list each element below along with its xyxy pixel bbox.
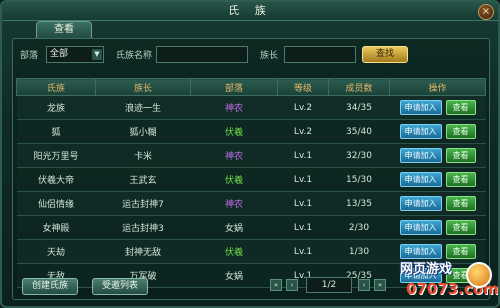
level-cell: Lv.1 (277, 191, 329, 216)
clan-window: 氏 族 × 查看 部落 全部 ▼ 氏族名称 族长 查找 氏族 族长 部落 等级 … (0, 0, 500, 308)
watermark-title: 网页游戏 (400, 262, 453, 277)
tribe-cell: 伏羲 (190, 119, 278, 144)
view-clan-button[interactable]: 查看 (445, 196, 476, 211)
close-button[interactable]: × (478, 4, 494, 20)
members-cell: 1/30 (328, 239, 390, 264)
table-row: 伏羲大帝 王武玄 伏羲 Lv.1 15/30 申请加入 查看 (16, 167, 486, 192)
leader-cell: 浪迹一生 (95, 95, 191, 120)
clan-cell: 仙侣情缘 (16, 191, 96, 216)
tribe-select-value: 全部 (50, 49, 69, 59)
clan-cell: 龙族 (16, 95, 96, 120)
table-row: 龙族 浪迹一生 神农 Lv.2 34/35 申请加入 查看 (16, 95, 486, 120)
members-cell: 13/35 (328, 191, 390, 216)
clan-cell: 阳光万里号 (16, 143, 96, 168)
level-cell: Lv.1 (277, 143, 329, 168)
tab-view[interactable]: 查看 (36, 21, 92, 38)
chevron-down-icon: ▼ (92, 49, 102, 60)
members-cell: 15/30 (328, 167, 390, 192)
tribe-cell: 女娲 (190, 215, 278, 240)
apply-join-button[interactable]: 申请加入 (399, 100, 442, 115)
view-clan-button[interactable]: 查看 (445, 172, 476, 187)
table-row: 仙侣情缘 运古封神7 神农 Lv.1 13/35 申请加入 查看 (16, 191, 486, 216)
header-members: 成员数 (328, 78, 390, 96)
header-clan: 氏族 (16, 78, 96, 96)
search-button[interactable]: 查找 (362, 46, 408, 63)
table-row: 女神殿 运古封神3 女娲 Lv.1 2/30 申请加入 查看 (16, 215, 486, 240)
view-clan-button[interactable]: 查看 (445, 124, 476, 139)
tribe-label: 部落 (20, 51, 39, 61)
prev-page-icon[interactable]: ‹ (286, 279, 298, 291)
view-clan-button[interactable]: 查看 (445, 148, 476, 163)
level-cell: Lv.2 (277, 119, 329, 144)
invite-list-button[interactable]: 受邀列表 (92, 278, 148, 295)
tribe-cell: 神农 (190, 143, 278, 168)
last-page-icon[interactable]: » (374, 279, 386, 291)
mascot-icon (466, 262, 492, 288)
actions-cell: 申请加入 查看 (389, 119, 486, 144)
leader-cell: 封神无敌 (95, 239, 191, 264)
level-cell: Lv.1 (277, 215, 329, 240)
level-cell: Lv.2 (277, 95, 329, 120)
actions-cell: 申请加入 查看 (389, 191, 486, 216)
leader-input[interactable] (284, 46, 356, 63)
apply-join-button[interactable]: 申请加入 (399, 172, 442, 187)
clan-name-label: 氏族名称 (116, 51, 153, 61)
actions-cell: 申请加入 查看 (389, 95, 486, 120)
site-watermark: 网页游戏 07073.com (386, 254, 498, 306)
next-page-icon[interactable]: › (358, 279, 370, 291)
filter-bar: 部落 全部 ▼ 氏族名称 族长 查找 (16, 44, 486, 66)
members-cell: 34/35 (328, 95, 390, 120)
members-cell: 32/30 (328, 143, 390, 168)
table-row: 阳光万里号 卡米 神农 Lv.1 32/30 申请加入 查看 (16, 143, 486, 168)
leader-cell: 运古封神7 (95, 191, 191, 216)
table-row: 狐狐小糊 伏羲 Lv.2 35/40 申请加入 查看 (16, 119, 486, 144)
level-cell: Lv.1 (277, 167, 329, 192)
leader-cell: 运古封神3 (95, 215, 191, 240)
leader-cell: 卡米 (95, 143, 191, 168)
window-title: 氏 族 (228, 4, 272, 17)
apply-join-button[interactable]: 申请加入 (399, 148, 442, 163)
leader-cell: 狐小糊 (95, 119, 191, 144)
view-clan-button[interactable]: 查看 (445, 220, 476, 235)
view-clan-button[interactable]: 查看 (445, 100, 476, 115)
header-tribe: 部落 (190, 78, 278, 96)
clan-name-input[interactable] (156, 46, 248, 63)
apply-join-button[interactable]: 申请加入 (399, 124, 442, 139)
leader-label: 族长 (260, 51, 279, 61)
close-icon: × (481, 6, 491, 17)
tribe-select[interactable]: 全部 ▼ (46, 46, 104, 63)
table-header-row: 氏族 族长 部落 等级 成员数 操作 (16, 78, 486, 96)
first-page-icon[interactable]: « (270, 279, 282, 291)
actions-cell: 申请加入 查看 (389, 167, 486, 192)
tribe-cell: 神农 (190, 95, 278, 120)
header-leader: 族长 (95, 78, 191, 96)
clan-cell: 女神殿 (16, 215, 96, 240)
members-cell: 35/40 (328, 119, 390, 144)
actions-cell: 申请加入 查看 (389, 143, 486, 168)
tribe-cell: 女娲 (190, 263, 278, 288)
tribe-cell: 神农 (190, 191, 278, 216)
apply-join-button[interactable]: 申请加入 (399, 196, 442, 211)
header-level: 等级 (277, 78, 329, 96)
create-clan-button[interactable]: 创建氏族 (22, 278, 78, 295)
clan-cell: 伏羲大帝 (16, 167, 96, 192)
clan-cell: 天劫 (16, 239, 96, 264)
level-cell: Lv.1 (277, 239, 329, 264)
tribe-cell: 伏羲 (190, 167, 278, 192)
page-indicator: 1/2 (306, 277, 352, 293)
tribe-cell: 伏羲 (190, 239, 278, 264)
actions-cell: 申请加入 查看 (389, 215, 486, 240)
clan-cell: 狐 (16, 119, 96, 144)
members-cell: 2/30 (328, 215, 390, 240)
header-actions: 操作 (389, 78, 486, 96)
apply-join-button[interactable]: 申请加入 (399, 220, 442, 235)
leader-cell: 王武玄 (95, 167, 191, 192)
